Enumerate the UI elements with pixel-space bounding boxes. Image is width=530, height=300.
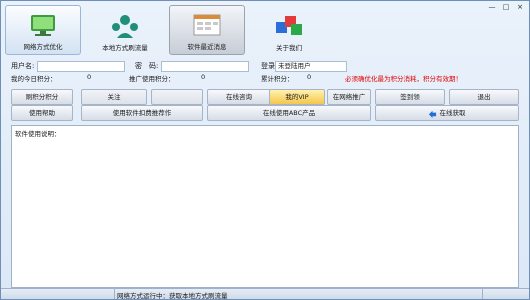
- main-toolbar: 网络方式优化 本地方式刷流量 软件最近消息 关于我们: [5, 5, 327, 57]
- status-segment: [254, 289, 483, 299]
- total-score-label: 累计积分：: [261, 75, 294, 83]
- user-status: 未登陆用户: [278, 62, 311, 70]
- my-vip-button[interactable]: 我的VIP: [269, 89, 325, 105]
- password-input[interactable]: [161, 61, 249, 72]
- earn-points-button[interactable]: 刷积分积分: [11, 89, 73, 105]
- user-input[interactable]: [37, 61, 125, 72]
- login-row: 用户名: 密 码: 登录 未登陆用户: [11, 61, 523, 73]
- promo-score-value: 0: [201, 73, 206, 81]
- toolbar-network-optimize[interactable]: 网络方式优化: [5, 5, 81, 55]
- score-row: 我的今日积分： 0 推广使用积分： 0 累计积分： 0 必须确优化最为积分消耗，…: [11, 73, 523, 85]
- online-abc-button[interactable]: 在线使用ABC产品: [207, 105, 371, 121]
- news-window-icon: [193, 14, 221, 36]
- toolbar-label: 关于我们: [276, 44, 302, 52]
- info-label: 软件使用说明：: [15, 130, 61, 138]
- user-label: 用户名:: [11, 62, 35, 70]
- user-status-field: 未登陆用户: [275, 61, 347, 72]
- status-segment: [1, 289, 115, 299]
- promo-score-label: 推广使用积分：: [129, 75, 175, 83]
- minimize-button[interactable]: —: [486, 2, 498, 11]
- toolbar-local-traffic[interactable]: 本地方式刷流量: [87, 5, 163, 55]
- toolbar-label: 本地方式刷流量: [102, 44, 148, 52]
- app-window: — □ × 网络方式优化 本地方式刷流量 软件最近消息 关于我们 用户名: 密 …: [0, 0, 530, 300]
- online-fetch-button[interactable]: 在线获取: [375, 105, 519, 121]
- today-score-value: 0: [87, 73, 92, 81]
- recommend-button[interactable]: 使用软件扣费推荐作: [81, 105, 203, 121]
- arrow-icon: [429, 110, 437, 118]
- toolbar-label: 软件最近消息: [187, 43, 227, 51]
- help-button[interactable]: 使用帮助: [11, 105, 73, 121]
- window-controls: — □ ×: [486, 2, 526, 11]
- maximize-button[interactable]: □: [500, 2, 512, 11]
- close-button[interactable]: ×: [514, 2, 526, 11]
- status-text: 网络方式运行中：获取本地方式刷流量: [117, 292, 228, 300]
- status-bar: 网络方式运行中：获取本地方式刷流量: [1, 288, 529, 300]
- checkin-button[interactable]: 签到领: [375, 89, 445, 105]
- notice-text: 必须确优化最为积分消耗，积分有效期！: [345, 75, 462, 83]
- login-label: 登录: [261, 62, 275, 70]
- total-score-value: 0: [307, 73, 312, 81]
- about-cubes-icon: [276, 16, 302, 35]
- follow-button[interactable]: 关注: [81, 89, 147, 105]
- info-textarea[interactable]: 软件使用说明：: [11, 125, 519, 288]
- local-people-icon: [112, 15, 138, 38]
- today-score-label: 我的今日积分：: [11, 75, 57, 83]
- blank-button[interactable]: [151, 89, 203, 105]
- exit-button[interactable]: 退出: [449, 89, 519, 105]
- toolbar-label: 网络方式优化: [23, 43, 63, 51]
- network-monitor-icon: [31, 15, 55, 36]
- online-consult-button[interactable]: 在线咨询: [207, 89, 271, 105]
- password-label: 密 码:: [135, 62, 159, 70]
- online-fetch-label: 在线获取: [439, 109, 466, 117]
- toolbar-about[interactable]: 关于我们: [251, 5, 327, 55]
- promo-button[interactable]: 在网络推广: [327, 89, 371, 105]
- toolbar-news[interactable]: 软件最近消息: [169, 5, 245, 55]
